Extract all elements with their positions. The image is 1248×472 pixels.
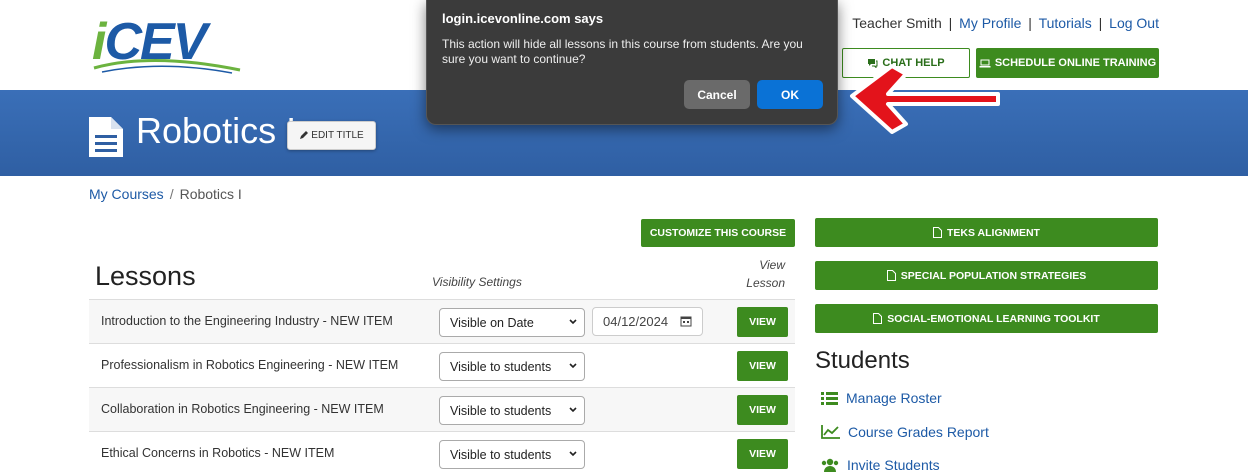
pdf-icon bbox=[873, 313, 883, 324]
schedule-training-label: SCHEDULE ONLINE TRAINING bbox=[994, 57, 1157, 69]
customize-course-button[interactable]: CUSTOMIZE THIS COURSE bbox=[641, 219, 795, 247]
chevron-down-icon bbox=[569, 363, 577, 369]
red-arrow-annotation-icon bbox=[850, 64, 1000, 134]
pencil-icon bbox=[300, 131, 309, 139]
breadcrumb-current: Robotics I bbox=[179, 186, 242, 202]
breadcrumb-my-courses[interactable]: My Courses bbox=[89, 186, 164, 202]
visibility-date-input[interactable]: 04/12/2024 bbox=[592, 307, 703, 336]
view-lesson-button[interactable]: VIEW bbox=[737, 439, 788, 469]
user-links: Teacher Smith | My Profile | Tutorials |… bbox=[852, 15, 1159, 31]
teks-alignment-button[interactable]: TEKS ALIGNMENT bbox=[815, 218, 1158, 247]
special-population-button[interactable]: SPECIAL POPULATION STRATEGIES bbox=[815, 261, 1158, 290]
calendar-icon[interactable] bbox=[680, 315, 692, 327]
icev-logo[interactable]: iCEV bbox=[92, 16, 247, 76]
students-heading: Students bbox=[815, 347, 910, 374]
view-lesson-button[interactable]: VIEW bbox=[737, 307, 788, 337]
course-title: Robotics I bbox=[136, 110, 297, 151]
visibility-select[interactable]: Visible to students bbox=[439, 440, 585, 469]
list-icon bbox=[821, 392, 838, 405]
lesson-row: Ethical Concerns in Robotics - NEW ITEM … bbox=[89, 431, 795, 472]
users-icon bbox=[821, 458, 839, 472]
edit-title-label: EDIT TITLE bbox=[311, 130, 364, 141]
sel-toolkit-button[interactable]: SOCIAL-EMOTIONAL LEARNING TOOLKIT bbox=[815, 304, 1158, 333]
user-name: Teacher Smith bbox=[852, 15, 942, 31]
pdf-icon bbox=[886, 270, 896, 281]
dialog-title: login.icevonline.com says bbox=[442, 11, 604, 26]
lesson-name: Professionalism in Robotics Engineering … bbox=[101, 358, 399, 372]
chevron-down-icon bbox=[569, 319, 577, 325]
visibility-select[interactable]: Visible to students bbox=[439, 396, 585, 425]
lesson-name: Introduction to the Engineering Industry… bbox=[101, 314, 393, 328]
lesson-row: Professionalism in Robotics Engineering … bbox=[89, 343, 795, 387]
visibility-settings-header: Visibility Settings bbox=[432, 275, 522, 289]
document-icon bbox=[89, 117, 123, 157]
my-profile-link[interactable]: My Profile bbox=[959, 15, 1021, 31]
logo-swoosh-icon bbox=[93, 58, 241, 74]
confirm-dialog: login.icevonline.com says This action wi… bbox=[426, 0, 838, 125]
manage-roster-link[interactable]: Manage Roster bbox=[821, 390, 942, 406]
cancel-button[interactable]: Cancel bbox=[684, 80, 750, 109]
tutorials-link[interactable]: Tutorials bbox=[1039, 15, 1092, 31]
dialog-message: This action will hide all lessons in thi… bbox=[442, 37, 803, 66]
chevron-down-icon bbox=[569, 451, 577, 457]
view-lesson-button[interactable]: VIEW bbox=[737, 395, 788, 425]
lesson-row: Collaboration in Robotics Engineering - … bbox=[89, 387, 795, 431]
lesson-name: Collaboration in Robotics Engineering - … bbox=[101, 402, 384, 416]
edit-title-button[interactable]: EDIT TITLE bbox=[287, 121, 376, 150]
view-lesson-header: View Lesson bbox=[746, 258, 785, 290]
chevron-down-icon bbox=[569, 407, 577, 413]
visibility-select[interactable]: Visible on Date bbox=[439, 308, 585, 337]
course-grades-report-link[interactable]: Course Grades Report bbox=[821, 424, 989, 440]
lesson-name: Ethical Concerns in Robotics - NEW ITEM bbox=[101, 446, 335, 460]
visibility-select[interactable]: Visible to students bbox=[439, 352, 585, 381]
ok-button[interactable]: OK bbox=[757, 80, 823, 109]
lesson-row: Introduction to the Engineering Industry… bbox=[89, 299, 795, 343]
view-lesson-button[interactable]: VIEW bbox=[737, 351, 788, 381]
lessons-heading: Lessons bbox=[95, 261, 196, 291]
breadcrumb: My Courses / Robotics I bbox=[89, 186, 242, 202]
pdf-icon bbox=[933, 227, 943, 238]
line-chart-icon bbox=[821, 425, 840, 439]
invite-students-link[interactable]: Invite Students bbox=[821, 457, 940, 472]
log-out-link[interactable]: Log Out bbox=[1109, 15, 1159, 31]
